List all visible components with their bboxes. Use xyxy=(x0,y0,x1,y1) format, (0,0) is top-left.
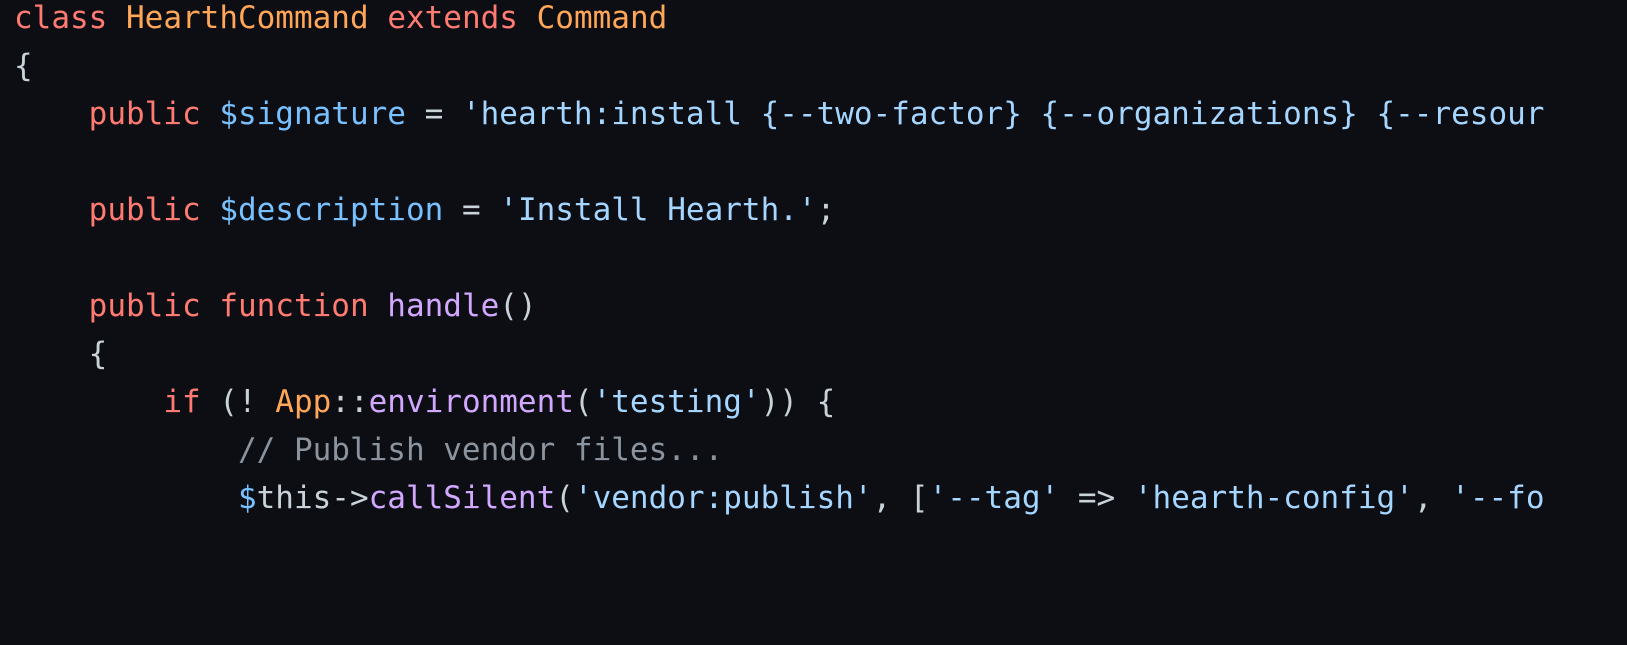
code-token-punc xyxy=(201,96,220,132)
code-token-punc xyxy=(518,0,537,36)
code-token-cls: HearthCommand xyxy=(126,0,369,36)
code-token-punc: , [ xyxy=(872,480,929,516)
code-token-punc xyxy=(369,0,388,36)
code-token-kw: extends xyxy=(387,0,518,36)
code-token-str: 'testing' xyxy=(592,384,761,420)
code-token-punc: , xyxy=(1413,480,1452,516)
code-token-str: 'Install Hearth.' xyxy=(499,192,817,228)
code-token-punc xyxy=(201,288,220,324)
code-token-punc xyxy=(14,432,238,468)
code-token-punc xyxy=(14,480,238,516)
code-token-cls: Command xyxy=(536,0,668,36)
code-token-var: $description xyxy=(219,192,444,228)
code-token-str: '--tag' xyxy=(928,480,1060,516)
code-line[interactable]: public $signature = 'hearth:install {--t… xyxy=(14,84,1545,144)
code-token-punc: { xyxy=(14,48,33,84)
code-token-str: 'hearth-config' xyxy=(1133,480,1414,516)
code-token-cls: App xyxy=(275,384,332,420)
code-token-var: $signature xyxy=(219,96,406,132)
code-token-punc xyxy=(201,192,220,228)
code-token-punc: () xyxy=(499,288,537,324)
code-token-punc: )) { xyxy=(760,384,836,420)
code-token-punc: (! xyxy=(200,384,276,420)
code-token-kw: function xyxy=(219,288,369,324)
code-token-kw: if xyxy=(163,384,201,420)
code-token-str: 'hearth:install {--two-factor} {--organi… xyxy=(461,96,1545,132)
code-token-fn: environment xyxy=(368,384,574,420)
code-token-punc xyxy=(369,288,388,324)
code-token-punc: this-> xyxy=(256,480,369,516)
code-token-kw: public xyxy=(88,96,201,132)
code-token-kw: class xyxy=(14,0,108,36)
code-token-punc xyxy=(14,96,89,132)
code-token-punc xyxy=(107,0,126,36)
code-token-com: // Publish vendor files... xyxy=(237,432,724,468)
code-token-fn: handle xyxy=(387,288,500,324)
code-token-fn: callSilent xyxy=(368,480,556,516)
code-token-var: $ xyxy=(237,480,257,516)
code-token-kw: public xyxy=(88,192,201,228)
code-token-str: 'vendor:publish' xyxy=(573,480,873,516)
code-token-punc: ; xyxy=(816,192,836,228)
code-token-punc: :: xyxy=(331,384,369,420)
code-token-kw: public xyxy=(88,288,201,324)
code-editor[interactable]: class HearthCommand extends Command { pub… xyxy=(0,0,1627,645)
code-token-punc: { xyxy=(14,336,108,372)
code-token-str: '--fo xyxy=(1451,480,1545,516)
code-token-punc xyxy=(14,288,89,324)
code-line[interactable]: $this->callSilent('vendor:publish', ['--… xyxy=(14,468,1545,528)
code-token-punc: ( xyxy=(555,480,574,516)
code-block[interactable]: class HearthCommand extends Command { pub… xyxy=(14,0,1545,528)
code-token-punc: ( xyxy=(573,384,593,420)
code-token-punc: = xyxy=(405,96,462,132)
code-token-punc: = xyxy=(443,192,500,228)
code-token-punc xyxy=(14,384,163,420)
code-token-punc xyxy=(14,192,89,228)
code-token-punc: => xyxy=(1059,480,1134,516)
